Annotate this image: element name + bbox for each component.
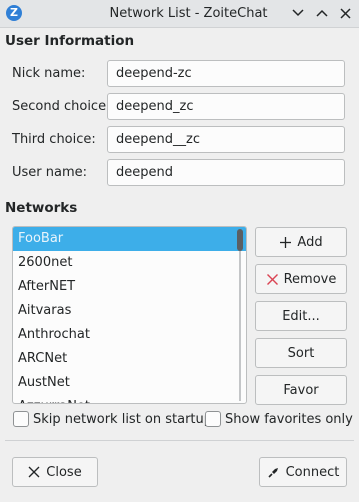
close-window-button[interactable]	[335, 4, 355, 22]
window-menu-chevron-button[interactable]	[288, 4, 308, 22]
divider	[5, 440, 354, 441]
user-name-label: User name:	[12, 165, 88, 180]
title-bar: Z Network List - ZoiteChat	[0, 0, 359, 28]
sort-networks-button[interactable]: Sort	[255, 338, 347, 368]
networks-heading: Networks	[5, 200, 78, 216]
connect-plug-icon	[267, 466, 280, 479]
edit-network-button[interactable]: Edit...	[255, 301, 347, 331]
scrollbar-thumb[interactable]	[237, 229, 243, 251]
skip-network-list-label: Skip network list on startup	[33, 411, 213, 427]
skip-network-list-checkbox[interactable]: Skip network list on startup	[13, 411, 212, 427]
checkbox-box[interactable]	[205, 411, 221, 427]
user-information-heading: User Information	[5, 33, 135, 49]
chevron-down-icon	[292, 9, 304, 17]
close-x-icon	[28, 466, 40, 478]
user-name-input[interactable]: deepend	[107, 159, 345, 186]
chevron-up-icon	[316, 9, 328, 17]
window-title: Network List - ZoiteChat	[109, 6, 268, 21]
network-list-item[interactable]: FooBar	[13, 227, 246, 251]
remove-network-button[interactable]: Remove	[255, 264, 347, 294]
network-list-scrollbar[interactable]	[237, 229, 243, 401]
plus-icon	[279, 236, 292, 249]
show-favorites-checkbox[interactable]: Show favorites only	[205, 411, 353, 427]
network-list-item[interactable]: 2600net	[13, 251, 246, 275]
close-button[interactable]: Close	[12, 457, 98, 487]
checkbox-box[interactable]	[13, 411, 29, 427]
third-choice-input[interactable]: deepend__zc	[107, 126, 345, 153]
connect-button[interactable]: Connect	[259, 457, 347, 487]
network-list-item[interactable]: AfterNET	[13, 275, 246, 299]
remove-button-label: Remove	[283, 271, 337, 287]
network-list-item[interactable]: AzzurraNet	[13, 395, 246, 403]
network-list-item[interactable]: Aitvaras	[13, 299, 246, 323]
close-icon	[339, 7, 351, 19]
sort-button-label: Sort	[287, 345, 315, 361]
show-favorites-label: Show favorites only	[225, 411, 353, 427]
third-choice-label: Third choice:	[12, 132, 96, 147]
network-list-item[interactable]: AustNet	[13, 371, 246, 395]
maximize-button[interactable]	[312, 4, 332, 22]
favor-button-label: Favor	[283, 382, 319, 398]
favor-network-button[interactable]: Favor	[255, 375, 347, 405]
network-list[interactable]: FooBar 2600net AfterNET Aitvaras Anthrochat A…	[12, 226, 247, 404]
add-button-label: Add	[297, 234, 323, 250]
connect-button-label: Connect	[285, 464, 340, 480]
nick-name-label: Nick name:	[12, 66, 86, 81]
network-list-item[interactable]: Anthrochat	[13, 323, 246, 347]
close-button-label: Close	[46, 464, 82, 480]
add-network-button[interactable]: Add	[255, 227, 347, 257]
second-choice-input[interactable]: deepend_zc	[107, 93, 345, 120]
nick-name-input[interactable]: deepend-zc	[107, 60, 345, 87]
remove-x-icon	[266, 273, 279, 286]
second-choice-label: Second choice:	[12, 99, 111, 114]
network-list-item[interactable]: ARCNet	[13, 347, 246, 371]
edit-button-label: Edit...	[282, 308, 320, 324]
